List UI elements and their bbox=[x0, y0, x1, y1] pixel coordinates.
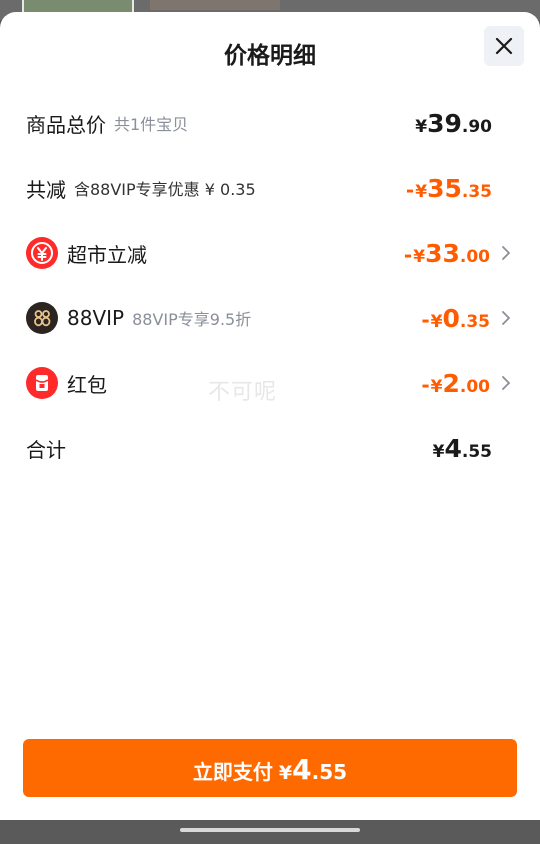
discount-amount: - ¥ 0 .35 bbox=[421, 304, 490, 333]
amount-decimal: .90 bbox=[461, 116, 492, 137]
discount-label: 88VIP bbox=[67, 306, 125, 330]
minus-sign: - bbox=[421, 307, 430, 332]
discount-row-88vip[interactable]: 88VIP 88VIP专享9.5折 - ¥ 0 .35 bbox=[26, 298, 514, 338]
goods-total-row: 商品总价 共1件宝贝 ¥ 39 .90 bbox=[26, 103, 514, 143]
discount-note: 88VIP专享9.5折 bbox=[132, 310, 252, 329]
amount-integer: 33 bbox=[425, 238, 460, 268]
amount-decimal: .00 bbox=[459, 246, 490, 267]
discount-label: 超市立减 bbox=[67, 242, 147, 267]
amount-integer: 35 bbox=[427, 173, 462, 203]
chevron-right-icon bbox=[502, 376, 510, 390]
currency-symbol: ¥ bbox=[415, 181, 428, 202]
total-amount: ¥ 4 .55 bbox=[433, 434, 492, 463]
discount-amount: - ¥ 2 .00 bbox=[421, 369, 490, 398]
discount-amount: - ¥ 33 .00 bbox=[404, 239, 490, 268]
minus-sign: - bbox=[403, 242, 413, 267]
home-indicator[interactable] bbox=[180, 828, 360, 832]
close-icon bbox=[495, 37, 513, 55]
discount-row-supermarket[interactable]: 超市立减 - ¥ 33 .00 bbox=[26, 233, 514, 273]
currency-symbol: ¥ bbox=[430, 311, 443, 332]
amount-integer: 4 bbox=[444, 433, 462, 463]
total-row: 合计 ¥ 4 .55 bbox=[26, 428, 514, 468]
currency-symbol: ¥ bbox=[413, 246, 426, 267]
currency-symbol: ¥ bbox=[430, 376, 443, 397]
amount-integer: 0 bbox=[442, 303, 460, 333]
sheet-title: 价格明细 bbox=[224, 43, 316, 69]
amount-integer: 39 bbox=[427, 108, 462, 138]
total-reduction-amount: - ¥ 35 .35 bbox=[406, 174, 492, 203]
yuan-down-icon bbox=[26, 237, 58, 269]
amount-integer: 2 bbox=[442, 368, 460, 398]
chevron-right-icon bbox=[502, 311, 510, 325]
vip88-icon bbox=[26, 302, 58, 334]
system-nav-bar bbox=[0, 820, 540, 844]
amount-decimal: .55 bbox=[461, 441, 492, 462]
amount-decimal: .55 bbox=[311, 760, 348, 784]
amount-decimal: .35 bbox=[459, 311, 490, 332]
close-button[interactable] bbox=[484, 26, 524, 66]
minus-sign: - bbox=[421, 372, 430, 397]
watermark: 不可呢 bbox=[208, 380, 278, 405]
chevron-right-icon bbox=[502, 246, 510, 260]
pay-now-button[interactable]: 立即支付 ¥ 4 .55 bbox=[23, 739, 517, 797]
currency-symbol: ¥ bbox=[415, 116, 428, 137]
total-label: 合计 bbox=[26, 437, 66, 462]
goods-total-label: 商品总价 bbox=[26, 112, 106, 137]
goods-total-amount: ¥ 39 .90 bbox=[415, 109, 492, 138]
amount-integer: 4 bbox=[292, 753, 312, 786]
background-thumbnail bbox=[150, 0, 280, 10]
total-reduction-row: 共减 含88VIP专享优惠 ¥ 0.35 - ¥ 35 .35 bbox=[26, 168, 514, 208]
amount-decimal: .35 bbox=[461, 181, 492, 202]
goods-count: 共1件宝贝 bbox=[114, 115, 189, 134]
currency-symbol: ¥ bbox=[432, 441, 445, 462]
pay-button-label: 立即支付 bbox=[192, 760, 273, 784]
amount-decimal: .00 bbox=[459, 376, 490, 397]
red-packet-icon bbox=[26, 367, 58, 399]
minus-sign: - bbox=[405, 177, 415, 202]
price-detail-sheet: 价格明细 商品总价 共1件宝贝 ¥ 39 .90 共减 含88VIP专享优惠 ¥… bbox=[0, 12, 540, 820]
currency-symbol: ¥ bbox=[278, 762, 293, 784]
discount-label: 红包 bbox=[67, 372, 107, 397]
total-reduction-note: 含88VIP专享优惠 ¥ 0.35 bbox=[74, 180, 256, 199]
total-reduction-label: 共减 bbox=[26, 177, 66, 202]
